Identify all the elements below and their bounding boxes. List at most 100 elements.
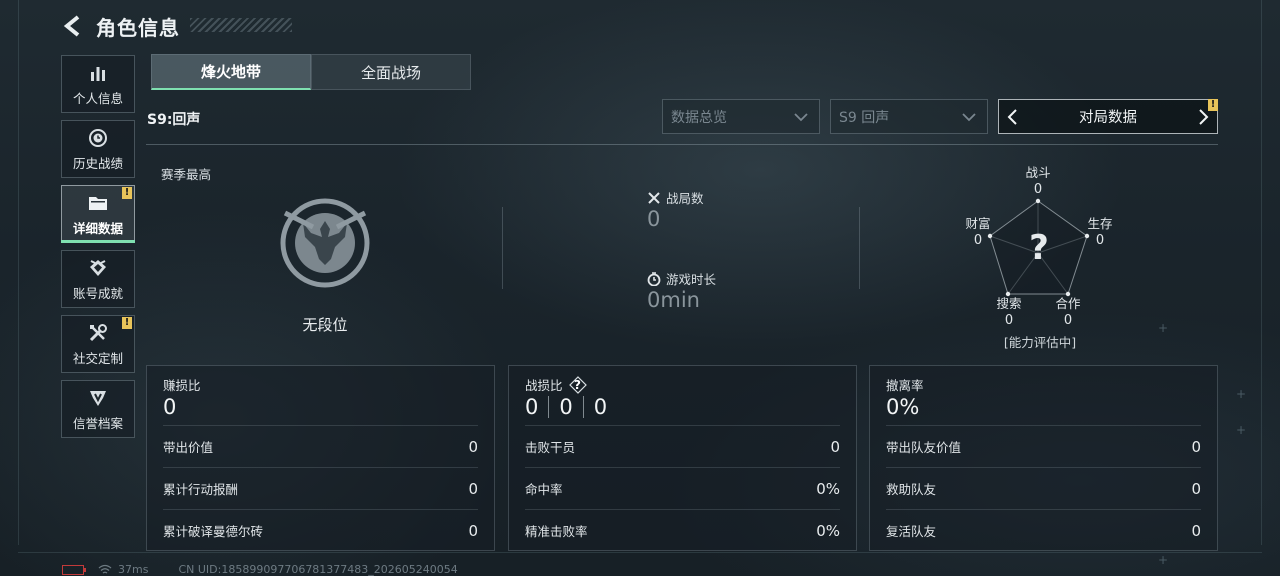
kd-value-1: 0 xyxy=(525,395,539,419)
status-footer: 37ms CN UID:1858990977067813774​83_20260… xyxy=(62,563,458,576)
stat-row-label: 精准击败率 xyxy=(525,524,588,539)
card-main-value: 0 xyxy=(163,395,177,419)
pager-label: 对局数据 xyxy=(1079,110,1137,126)
playtime-label: 游戏时长 xyxy=(666,272,717,287)
radar-label-search: 搜索 xyxy=(996,296,1022,311)
sidebar-item-social-custom[interactable]: ! 社交定制 xyxy=(61,315,135,373)
rank-name: 无段位 xyxy=(302,316,348,334)
back-arrow-icon[interactable] xyxy=(60,13,86,39)
radar-value-combat: 0 xyxy=(1033,182,1043,197)
stat-row: 复活队友 0 xyxy=(886,509,1201,551)
crosshair-mark: + xyxy=(1158,553,1169,567)
chevron-down-icon xyxy=(793,109,809,129)
stat-row-value: 0 xyxy=(468,479,478,498)
panel-divider xyxy=(859,207,860,289)
radar-label-combat: 战斗 xyxy=(1025,165,1051,180)
stat-row-label: 击败干员 xyxy=(525,440,576,455)
notification-badge: ! xyxy=(122,317,132,329)
season-dropdown[interactable]: S9 回声 xyxy=(830,99,988,134)
overview-dropdown-value: 数据总览 xyxy=(671,109,727,126)
sidebar-item-label: 社交定制 xyxy=(72,350,123,366)
season-dropdown-value: S9 回声 xyxy=(839,109,890,126)
sidebar-item-history[interactable]: 历史战绩 xyxy=(61,120,135,178)
stat-row: 累计破译曼德尔砖 0 xyxy=(163,509,478,551)
title-decoration xyxy=(190,18,292,32)
stat-row-value: 0 xyxy=(1191,437,1201,456)
tab-full-battlefield[interactable]: 全面战场 xyxy=(311,54,471,90)
ability-radar: ? 战斗 0 生存 0 合作 0 搜索 0 财富 0 [能力评估中] xyxy=(960,158,1120,353)
crosshair-mark: + xyxy=(1158,321,1169,335)
value-separator xyxy=(582,396,584,418)
stat-row-value: 0% xyxy=(816,521,840,540)
stat-row-value: 0 xyxy=(468,521,478,540)
crossed-swords-icon xyxy=(646,190,662,206)
kd-value-3: 0 xyxy=(593,395,608,419)
sidebar-item-detailed-data[interactable]: ! 详细数据 xyxy=(61,185,135,243)
sidebar-item-label: 账号成就 xyxy=(72,285,123,301)
page-title: 角色信息 xyxy=(96,15,180,40)
tab-fire-zone[interactable]: 烽火地带 xyxy=(151,54,311,90)
battery-icon xyxy=(62,564,86,575)
stat-row-value: 0 xyxy=(1191,479,1201,498)
match-data-pager: 对局数据 ! xyxy=(998,99,1218,134)
card-title: 战损比 xyxy=(525,378,563,393)
bar-chart-icon xyxy=(87,62,109,84)
history-clock-icon xyxy=(87,127,109,149)
stat-row: 带出队友价值 0 xyxy=(886,425,1201,467)
radar-value-wealth: 0 xyxy=(973,233,983,248)
card-main-value: 0% xyxy=(886,395,920,419)
stat-row-value: 0 xyxy=(468,437,478,456)
stat-row: 命中率 0% xyxy=(525,467,840,509)
sidebar-item-credit-record[interactable]: 信誉档案 xyxy=(61,380,135,438)
notification-badge: ! xyxy=(1208,99,1218,111)
sidebar-item-label: 个人信息 xyxy=(72,90,123,106)
sidebar-item-personal-info[interactable]: 个人信息 xyxy=(61,55,135,113)
radar-value-search: 0 xyxy=(1004,313,1014,328)
stat-row: 击败干员 0 xyxy=(525,425,840,467)
ping-value: 37ms xyxy=(118,563,149,576)
help-icon-glyph: ? xyxy=(574,377,581,392)
stat-card-profit-loss: 赚损比 0 带出价值 0 累计行动报酬 0 累计破译曼德尔砖 0 xyxy=(146,365,495,551)
notification-badge: ! xyxy=(122,187,132,199)
sidebar-item-label: 详细数据 xyxy=(72,220,123,236)
card-title: 赚损比 xyxy=(163,378,201,393)
sidebar: 个人信息 历史战绩 ! 详细数据 账号成就 ! 社交定制 信誉档案 xyxy=(61,55,135,445)
radar-label-teamwork: 合作 xyxy=(1055,296,1081,311)
stat-row-label: 带出价值 xyxy=(163,440,214,455)
kd-triple-values: 0 0 0 xyxy=(525,395,607,419)
value-separator xyxy=(548,396,550,418)
crosshair-mark: + xyxy=(1236,387,1247,401)
chevron-left-icon[interactable] xyxy=(1003,107,1021,127)
achievement-icon xyxy=(87,257,109,279)
frame-line-bottom xyxy=(18,552,1262,553)
page-header: 角色信息 xyxy=(60,10,180,42)
radar-status: [能力评估中] xyxy=(1003,335,1077,350)
overview-dropdown[interactable]: 数据总览 xyxy=(662,99,820,134)
matches-value: 0 xyxy=(647,207,661,231)
stopwatch-icon xyxy=(646,271,662,287)
stat-row: 救助队友 0 xyxy=(886,467,1201,509)
help-icon[interactable]: ? xyxy=(568,375,587,394)
stat-row-label: 命中率 xyxy=(525,482,563,497)
playtime-value: 0min xyxy=(647,288,700,312)
stat-row-value: 0 xyxy=(830,437,840,456)
mode-tabs: 烽火地带 全面战场 xyxy=(151,54,471,90)
radar-label-wealth: 财富 xyxy=(965,216,991,231)
matches-label: 战局数 xyxy=(666,191,704,206)
stat-row: 带出价值 0 xyxy=(163,425,478,467)
wifi-icon xyxy=(98,564,112,575)
stat-row: 累计行动报酬 0 xyxy=(163,467,478,509)
playtime-stat: 游戏时长 xyxy=(646,269,716,288)
kd-value-2: 0 xyxy=(559,395,573,419)
rank-emblem-icon xyxy=(273,193,377,293)
sidebar-item-label: 历史战绩 xyxy=(72,155,123,171)
card-title-row: 战损比 ? xyxy=(525,375,587,394)
stat-row: 精准击败率 0% xyxy=(525,509,840,551)
sidebar-item-achievements[interactable]: 账号成就 xyxy=(61,250,135,308)
stat-row-label: 复活队友 xyxy=(886,524,937,539)
stat-row-label: 救助队友 xyxy=(886,482,937,497)
shield-emblem-icon xyxy=(87,387,109,409)
section-divider xyxy=(146,144,1218,145)
panel-divider xyxy=(502,207,503,289)
stat-row-value: 0% xyxy=(816,479,840,498)
